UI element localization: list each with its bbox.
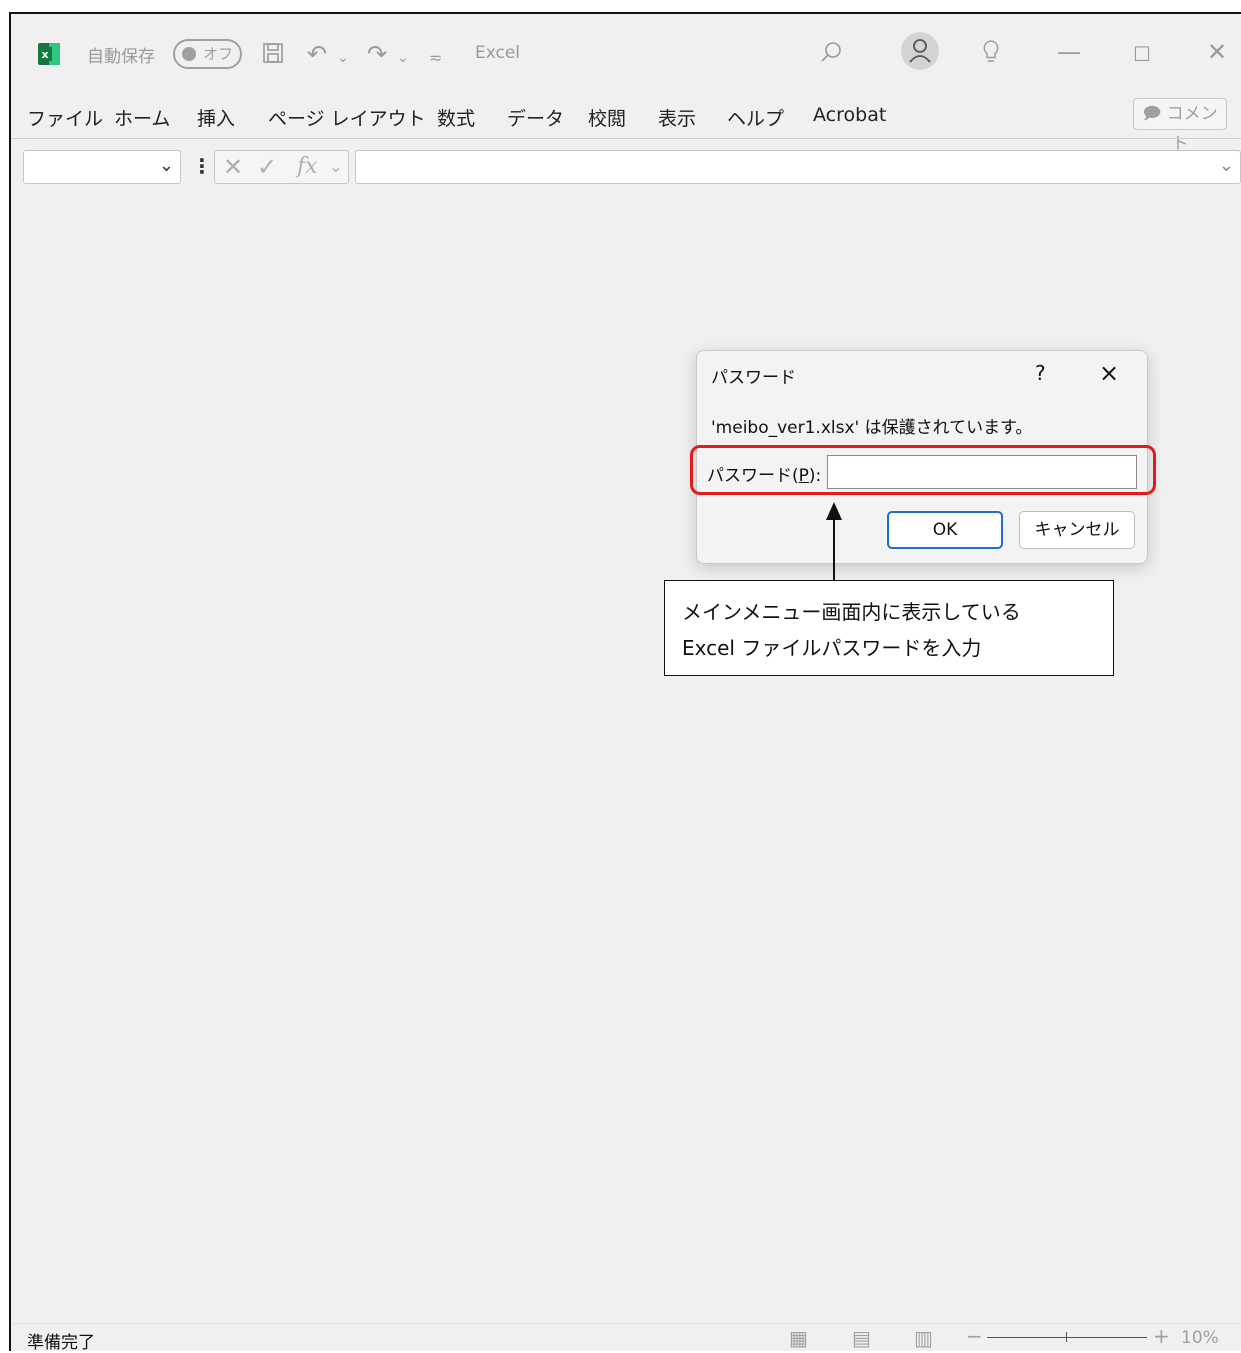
zoom-out-button[interactable]: − [966, 1324, 983, 1348]
tab-acrobat[interactable]: Acrobat [813, 104, 886, 126]
redo-icon[interactable]: ↷ [367, 40, 387, 68]
status-bar: 準備完了 ▦ ▤ ▥ − + 10% [11, 1323, 1241, 1353]
name-box[interactable]: ⌄ [23, 150, 181, 184]
user-icon [909, 39, 931, 63]
window-title: Excel [475, 43, 521, 63]
excel-window: x 自動保存 オフ ↶ ⌄ ↷ ⌄ ≂ Excel — ☐ ✕ ファイル ホーム… [9, 12, 1241, 1353]
undo-icon[interactable]: ↶ [307, 40, 327, 68]
normal-view-icon[interactable]: ▦ [789, 1326, 808, 1350]
excel-logo-icon: x [38, 43, 60, 65]
autosave-state: オフ [203, 45, 234, 63]
toggle-knob [182, 47, 196, 61]
minimize-icon[interactable]: — [1057, 38, 1081, 66]
tab-formulas[interactable]: 数式 [437, 104, 475, 131]
dialog-title: パスワード [711, 368, 796, 388]
password-field-highlight [690, 445, 1156, 495]
customize-toolbar-icon[interactable]: ≂ [429, 44, 442, 72]
save-icon[interactable] [261, 41, 285, 65]
tab-page-layout[interactable]: ページ レイアウト [268, 104, 426, 131]
ribbon-tabs: ファイル ホーム 挿入 ページ レイアウト 数式 データ 校閲 表示 ヘルプ A… [11, 92, 1241, 136]
title-bar: x 自動保存 オフ ↶ ⌄ ↷ ⌄ ≂ Excel — ☐ ✕ [11, 14, 1241, 92]
insert-function-icon[interactable]: fx [297, 154, 318, 179]
zoom-level[interactable]: 10% [1181, 1328, 1219, 1348]
chevron-down-icon[interactable]: ⌄ [329, 157, 342, 176]
cancel-button[interactable]: キャンセル [1019, 511, 1135, 549]
lightbulb-icon[interactable] [979, 38, 1003, 66]
formula-input[interactable]: ⌄ [355, 150, 1241, 184]
tab-insert[interactable]: 挿入 [197, 104, 235, 131]
close-window-icon[interactable]: ✕ [1207, 38, 1227, 66]
page-layout-view-icon[interactable]: ▤ [852, 1326, 871, 1350]
formula-tools: ✕ ✓ fx ⌄ [214, 150, 349, 184]
close-icon[interactable]: × [1099, 359, 1119, 387]
autosave-toggle[interactable]: オフ [173, 39, 242, 69]
svg-text:x: x [41, 48, 48, 61]
annotation-callout: メインメニュー画面内に表示している Excel ファイルパスワードを入力 [664, 580, 1114, 676]
callout-text-line2: Excel ファイルパスワードを入力 [682, 636, 982, 660]
help-icon[interactable]: ? [1035, 361, 1046, 385]
status-text: 準備完了 [27, 1333, 95, 1353]
confirm-entry-icon[interactable]: ✓ [257, 153, 277, 181]
comment-icon: 🗩 [1142, 104, 1162, 124]
zoom-slider[interactable] [987, 1337, 1147, 1338]
tab-review[interactable]: 校閲 [588, 104, 626, 131]
maximize-icon[interactable]: ☐ [1133, 40, 1151, 68]
ok-button[interactable]: OK [887, 511, 1003, 549]
autosave-label: 自動保存 [87, 47, 155, 67]
dialog-header: パスワード ? × [697, 351, 1147, 399]
avatar[interactable] [901, 32, 939, 70]
expand-formula-icon[interactable]: ⌄ [1219, 155, 1234, 176]
page-break-view-icon[interactable]: ▥ [914, 1326, 933, 1350]
comment-label: コメント [1166, 104, 1218, 154]
callout-text-line1: メインメニュー画面内に表示している [682, 600, 1021, 624]
callout-arrowhead [826, 502, 842, 520]
dialog-message: 'meibo_ver1.xlsx' は保護されています。 [711, 418, 1033, 438]
tab-data[interactable]: データ [507, 104, 564, 131]
more-options-icon[interactable]: ⋮ [192, 154, 212, 178]
tab-view[interactable]: 表示 [658, 104, 696, 131]
comment-button[interactable]: 🗩 コメント [1133, 98, 1227, 154]
zoom-in-button[interactable]: + [1153, 1324, 1170, 1348]
search-icon[interactable] [819, 40, 843, 64]
cancel-entry-icon[interactable]: ✕ [223, 153, 243, 181]
zoom-slider-thumb[interactable] [1066, 1332, 1067, 1342]
divider [11, 138, 1241, 139]
tab-home[interactable]: ホーム [114, 104, 170, 131]
tab-help[interactable]: ヘルプ [727, 104, 784, 131]
undo-dropdown-icon[interactable]: ⌄ [337, 44, 349, 72]
redo-dropdown-icon[interactable]: ⌄ [397, 44, 409, 72]
chevron-down-icon[interactable]: ⌄ [159, 155, 174, 176]
tab-file[interactable]: ファイル [27, 104, 103, 131]
